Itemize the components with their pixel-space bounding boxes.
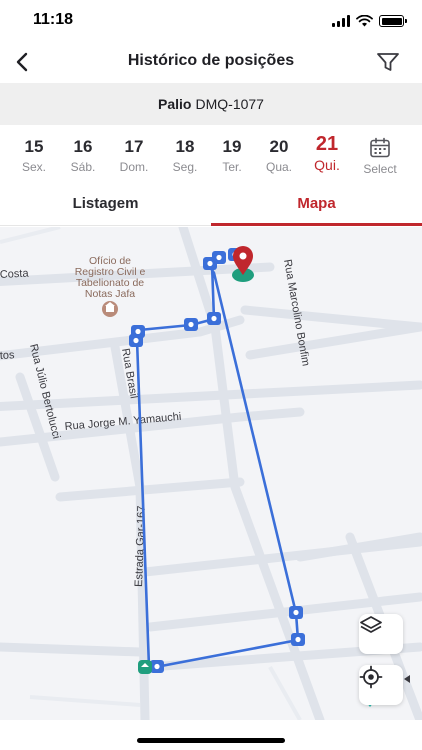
status-bar: 11:18 [0,0,422,44]
day-number: 15 [24,137,44,156]
wifi-icon [356,15,373,27]
day-selector: 15 Sex. 16 Sáb. 17 Dom. 18 Seg. 19 Ter. … [0,130,422,182]
day-weekday: Ter. [222,160,242,174]
status-time: 11:18 [33,11,74,28]
header: Histórico de posições [0,44,422,80]
day-weekday: Qui. [314,157,340,173]
day-item[interactable]: 16 Sáb. [58,136,108,174]
locate-button[interactable] [359,665,403,705]
day-weekday: Qua. [265,160,292,174]
day-item-selected[interactable]: 21 Qui. [302,133,352,173]
select-label: Select [363,162,397,176]
home-indicator[interactable] [137,738,285,743]
signal-icon [332,15,350,27]
day-number: 21 [315,133,339,155]
waypoint-marker [207,312,221,325]
day-number: 17 [124,137,144,156]
vehicle-plate: DMQ-1077 [195,96,264,112]
day-item[interactable]: 19 Ter. [207,136,257,174]
day-weekday: Dom. [119,160,149,174]
layers-button[interactable] [359,614,403,654]
day-item[interactable]: 15 Sex. [9,136,59,174]
day-weekday: Sáb. [70,160,96,174]
day-item[interactable]: 17 Dom. [109,136,159,174]
street-label-tos: tos [0,349,15,362]
day-weekday: Seg. [172,160,198,174]
select-date-button[interactable]: Select [355,135,405,176]
day-weekday: Sex. [21,160,46,174]
tab-listagem[interactable]: Listagem [0,186,211,226]
filter-button[interactable] [374,48,402,76]
waypoint-marker [150,660,164,673]
layers-icon [360,616,382,633]
map-view[interactable]: Costa Ofício de Registro Civil e Tabelio… [0,227,422,720]
street-label-costa: Costa [0,267,30,281]
view-tabs: Listagem Mapa [0,186,422,226]
tab-mapa[interactable]: Mapa [211,186,422,226]
page-title: Histórico de posições [127,52,295,69]
waypoint-marker [129,334,143,347]
street-network [0,227,422,720]
waypoint-marker [212,251,226,264]
waypoint-marker [184,318,198,331]
day-number: 16 [73,137,93,156]
filter-icon [377,53,399,71]
battery-icon [379,15,407,27]
poi-icon [102,301,118,317]
home-area [0,720,422,750]
vehicle-model: Palio [158,96,192,112]
vehicle-bar: Palio DMQ-1077 [0,83,422,125]
calendar-icon [370,137,390,158]
day-number: 20 [269,137,289,156]
waypoint-marker [291,633,305,646]
start-marker [138,660,152,674]
day-number: 18 [175,137,195,156]
locate-icon [359,665,383,689]
poi-label: Notas Jafa [85,288,135,300]
waypoint-marker [289,606,303,619]
status-icons [332,13,407,29]
day-item[interactable]: 20 Qua. [254,136,304,174]
day-item[interactable]: 18 Seg. [160,136,210,174]
day-number: 19 [222,137,242,156]
